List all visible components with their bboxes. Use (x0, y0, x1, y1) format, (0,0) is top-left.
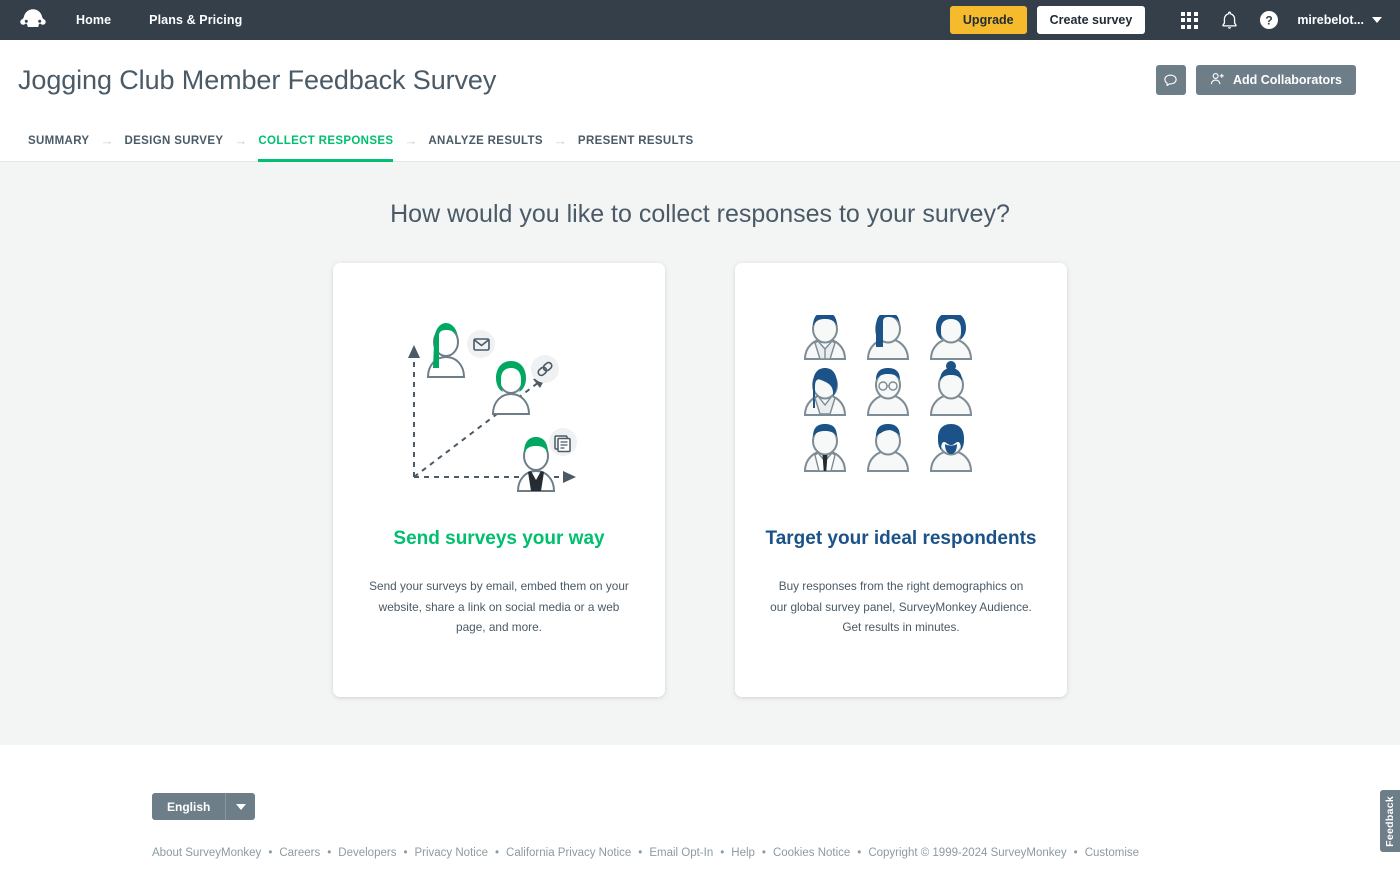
survey-workflow-tabs: SUMMARY → DESIGN SURVEY → COLLECT RESPON… (0, 120, 1400, 162)
upgrade-button[interactable]: Upgrade (949, 6, 1027, 34)
surveymonkey-logo-icon[interactable] (18, 7, 48, 33)
svg-text:?: ? (1266, 14, 1273, 28)
add-collaborators-label: Add Collaborators (1232, 73, 1342, 87)
add-person-icon (1210, 72, 1225, 89)
footer-link-california-privacy-notice[interactable]: California Privacy Notice (506, 847, 631, 859)
respondent-avatars-illustration (801, 291, 1001, 523)
nav-link-plans-pricing[interactable]: Plans & Pricing (149, 13, 242, 27)
add-collaborators-button[interactable]: Add Collaborators (1195, 65, 1356, 95)
footer-link-email-opt-in[interactable]: Email Opt-In (649, 847, 713, 859)
card-description: Send your surveys by email, embed them o… (369, 579, 629, 634)
apps-grid-icon[interactable] (1169, 0, 1209, 40)
card-title: Target your ideal respondents (765, 528, 1037, 549)
tab-summary[interactable]: SUMMARY (28, 120, 89, 162)
tab-design-survey[interactable]: DESIGN SURVEY (124, 120, 223, 162)
footer-separator: • (638, 847, 643, 859)
footer-separator: • (1073, 847, 1078, 859)
footer-separator: • (403, 847, 408, 859)
feedback-tab-label: Feedback (1384, 795, 1396, 847)
tab-separator-icon: → (404, 133, 418, 148)
footer-link-developers[interactable]: Developers (338, 847, 396, 859)
card-title: Send surveys your way (393, 528, 605, 549)
footer-link-help[interactable]: Help (731, 847, 755, 859)
language-selector[interactable]: English (152, 793, 256, 820)
footer-link-customise[interactable]: Customise (1085, 847, 1139, 859)
page-footer: English About SurveyMonkey • Careers • D… (0, 745, 1400, 859)
collection-options-list: Send surveys your way Send your surveys … (0, 263, 1400, 697)
footer-links: About SurveyMonkey • Careers • Developer… (152, 847, 1400, 859)
footer-separator: • (761, 847, 766, 859)
tab-separator-icon: → (100, 133, 114, 148)
footer-separator: • (857, 847, 862, 859)
send-surveys-illustration (394, 291, 604, 523)
footer-link-privacy-notice[interactable]: Privacy Notice (414, 847, 488, 859)
title-bar-actions: Add Collaborators (1155, 65, 1356, 95)
footer-link-careers[interactable]: Careers (279, 847, 320, 859)
survey-title-bar: Jogging Club Member Feedback Survey Add … (0, 40, 1400, 120)
language-label: English (152, 793, 226, 820)
username-label: mirebelot... (1297, 13, 1364, 27)
card-description: Buy responses from the right demographic… (770, 579, 1032, 634)
target-respondents-option-card[interactable]: Target your ideal respondents Buy respon… (735, 263, 1067, 697)
chevron-down-icon (1372, 17, 1382, 23)
user-account-menu[interactable]: mirebelot... (1297, 13, 1382, 27)
help-circle-icon[interactable]: ? (1249, 0, 1289, 40)
tab-label: ANALYZE RESULTS (428, 134, 543, 147)
tab-label: PRESENT RESULTS (577, 134, 694, 147)
envelope-badge (467, 330, 495, 358)
chevron-down-icon (225, 793, 256, 820)
top-navigation-bar: Home Plans & Pricing Upgrade Create surv… (0, 0, 1400, 40)
tab-present-results[interactable]: PRESENT RESULTS (578, 120, 694, 162)
tab-label: COLLECT RESPONSES (258, 134, 394, 147)
main-content-area: How would you like to collect responses … (0, 162, 1400, 745)
link-badge (531, 355, 559, 383)
footer-link-about[interactable]: About SurveyMonkey (152, 847, 261, 859)
comment-button[interactable] (1155, 65, 1186, 95)
feedback-tab[interactable]: Feedback (1380, 790, 1400, 852)
tab-label: DESIGN SURVEY (124, 134, 224, 147)
tab-label: SUMMARY (28, 134, 90, 147)
tab-collect-responses[interactable]: COLLECT RESPONSES (258, 120, 394, 162)
footer-separator: • (494, 847, 500, 859)
page-title: Jogging Club Member Feedback Survey (18, 64, 497, 95)
footer-separator: • (720, 847, 725, 859)
footer-separator: • (268, 847, 273, 859)
footer-separator: • (327, 847, 332, 859)
tab-separator-icon: → (553, 133, 567, 148)
speech-bubble-icon (1164, 74, 1178, 86)
collect-responses-heading: How would you like to collect responses … (390, 200, 1010, 228)
send-surveys-option-card[interactable]: Send surveys your way Send your surveys … (333, 263, 665, 697)
create-survey-button[interactable]: Create survey (1036, 6, 1146, 34)
document-badge (549, 428, 577, 456)
copyright-text: Copyright © 1999-2024 SurveyMonkey (868, 847, 1067, 859)
tab-analyze-results[interactable]: ANALYZE RESULTS (428, 120, 543, 162)
bell-icon[interactable] (1209, 0, 1249, 40)
nav-link-home[interactable]: Home (76, 13, 111, 27)
tab-separator-icon: → (234, 133, 248, 148)
footer-link-cookies-notice[interactable]: Cookies Notice (773, 847, 850, 859)
top-navigation-right-group: Upgrade Create survey ? mirebelot... (949, 0, 1386, 40)
